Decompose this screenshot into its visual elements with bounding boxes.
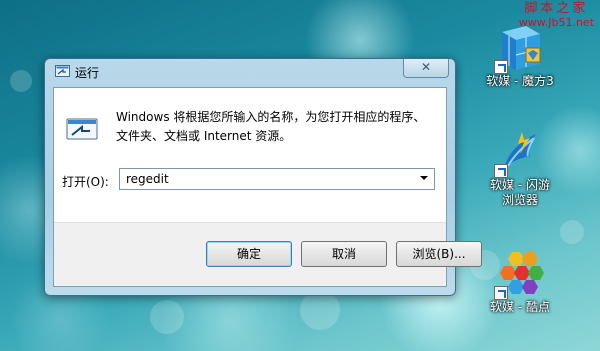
cancel-button[interactable]: 取消 [301, 241, 387, 267]
dialog-body: Windows 将根据您所输入的名称，为您打开相应的程序、 文件夹、文档或 In… [53, 87, 482, 287]
dialog-description: Windows 将根据您所输入的名称，为您打开相应的程序、 文件夹、文档或 In… [116, 108, 436, 146]
background-bokeh [10, 70, 32, 92]
dialog-title: 运行 [75, 66, 100, 80]
desktop-icon-label: 软媒 - 闪游 [490, 178, 550, 192]
shortcut-arrow-icon [494, 60, 508, 74]
mofang-cube-icon [494, 24, 544, 74]
background-bokeh [300, 290, 340, 330]
desktop-icon-label: 软媒 - 魔方3 [486, 74, 554, 88]
open-input-value[interactable]: regedit [126, 172, 169, 186]
chevron-down-icon[interactable] [420, 176, 428, 180]
desktop-icon-mofang[interactable]: 软媒 - 魔方3 [480, 24, 560, 89]
description-line-1: Windows 将根据您所输入的名称，为您打开相应的程序、 [116, 110, 426, 124]
open-combobox[interactable]: regedit [119, 168, 435, 190]
watermark-title: 脚本之家 [524, 1, 589, 16]
desktop-icon-label-line2: 浏览器 [501, 193, 538, 207]
description-line-2: 文件夹、文档或 Internet 资源。 [116, 129, 292, 143]
desktop-icon-kudian[interactable]: 软媒 - 酷点 [480, 250, 560, 315]
desktop-icon-shanyou[interactable]: 软媒 - 闪游 浏览器 [480, 128, 560, 208]
background-bokeh [150, 300, 184, 334]
open-label: 打开(O): [62, 175, 109, 189]
dialog-button-bar: 确定 取消 浏览(B)... [54, 222, 482, 286]
shanyou-browser-icon [494, 128, 544, 178]
run-dialog: 运行 ✕ Windows 将根据您所输入的名称，为您打开相应的程序、 文件夹、文… [44, 58, 482, 296]
close-icon: ✕ [420, 60, 432, 74]
background-bokeh [560, 220, 584, 244]
run-program-icon [66, 118, 98, 140]
close-button[interactable]: ✕ [403, 59, 449, 78]
desktop-icon-label: 软媒 - 酷点 [490, 300, 550, 314]
shortcut-arrow-icon [494, 164, 508, 178]
dialog-titlebar[interactable]: 运行 ✕ [45, 59, 455, 85]
kudian-hexagon-icon [494, 250, 544, 300]
run-icon [55, 65, 70, 77]
ok-button[interactable]: 确定 [206, 241, 292, 267]
browse-button[interactable]: 浏览(B)... [396, 241, 482, 267]
shortcut-arrow-icon [494, 286, 508, 300]
